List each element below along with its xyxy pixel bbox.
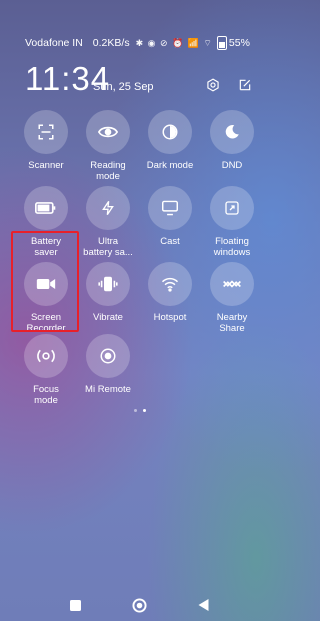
tile-label: Nearby Share — [216, 312, 248, 334]
tile-label: Vibrate — [93, 312, 123, 323]
home-circle-icon — [131, 597, 147, 613]
back-button[interactable] — [196, 598, 210, 612]
tile-focus-mode[interactable]: Focus mode — [16, 334, 76, 406]
battery-icon — [216, 36, 227, 50]
moon-icon — [210, 110, 254, 154]
tile-label: Floating windows — [213, 236, 251, 258]
cast-icon — [148, 186, 192, 230]
tile-dark-mode[interactable]: Dark mode — [140, 110, 200, 171]
recents-button[interactable] — [68, 598, 82, 612]
screen-recorder-highlight — [11, 231, 79, 332]
tile-label: Hotspot — [153, 312, 187, 323]
home-button[interactable] — [131, 597, 147, 613]
tile-label: Reading mode — [90, 160, 126, 182]
battery-icon — [24, 186, 68, 230]
tile-label: Ultra battery sa... — [83, 236, 133, 258]
tile-vibrate[interactable]: Vibrate — [78, 262, 138, 323]
remote-icon — [86, 334, 130, 378]
focus-icon — [24, 334, 68, 378]
square-icon — [69, 599, 81, 611]
nearby-share-icon — [210, 262, 254, 306]
edit-button[interactable] — [236, 76, 254, 94]
edit-icon — [239, 79, 251, 91]
dark-mode-icon — [148, 110, 192, 154]
tile-floating-windows[interactable]: Floating windows — [202, 186, 262, 258]
tile-label: DND — [221, 160, 243, 171]
date: Sun, 25 Sep — [93, 81, 154, 93]
carrier-name: Vodafone IN — [25, 37, 83, 49]
tile-nearby-share[interactable]: Nearby Share — [202, 262, 262, 334]
tile-scanner[interactable]: Scanner — [16, 110, 76, 171]
network-speed: 0.2KB/s — [92, 37, 130, 49]
tile-label: Scanner — [28, 160, 64, 171]
tile-ultra-battery-saver[interactable]: Ultra battery sa... — [78, 186, 138, 258]
status-bar: Vodafone IN 0.2KB/s ✱ ◉ ⊘ ⏰ 📶 ⌔ 55% — [25, 36, 267, 50]
page-dot-active[interactable] — [142, 409, 146, 412]
tile-reading-mode[interactable]: Reading mode — [78, 110, 138, 182]
battery-indicator: 55% — [216, 36, 250, 50]
back-triangle-icon — [198, 599, 208, 611]
tile-mi-remote[interactable]: Mi Remote — [78, 334, 138, 395]
navigation-bar — [0, 596, 279, 616]
tile-hotspot[interactable]: Hotspot — [140, 262, 200, 323]
eye-icon — [86, 110, 130, 154]
tile-label: Cast — [160, 236, 180, 247]
tile-dnd[interactable]: DND — [202, 110, 262, 171]
tile-cast[interactable]: Cast — [140, 186, 200, 247]
tile-label: Mi Remote — [85, 384, 131, 395]
tile-label: Focus mode — [33, 384, 59, 406]
status-icons: ✱ ◉ ⊘ ⏰ 📶 ⌔ — [135, 37, 213, 48]
settings-button[interactable] — [204, 76, 222, 94]
wifi-hotspot-icon — [148, 262, 192, 306]
gear-icon — [207, 78, 219, 92]
vibrate-icon — [86, 262, 130, 306]
battery-percent: 55 — [228, 37, 241, 49]
floating-window-icon — [210, 186, 254, 230]
page-dot[interactable] — [133, 409, 137, 412]
page-indicator — [0, 409, 279, 412]
lightning-icon — [86, 186, 130, 230]
scanner-icon — [24, 110, 68, 154]
tile-label: Dark mode — [146, 160, 194, 171]
